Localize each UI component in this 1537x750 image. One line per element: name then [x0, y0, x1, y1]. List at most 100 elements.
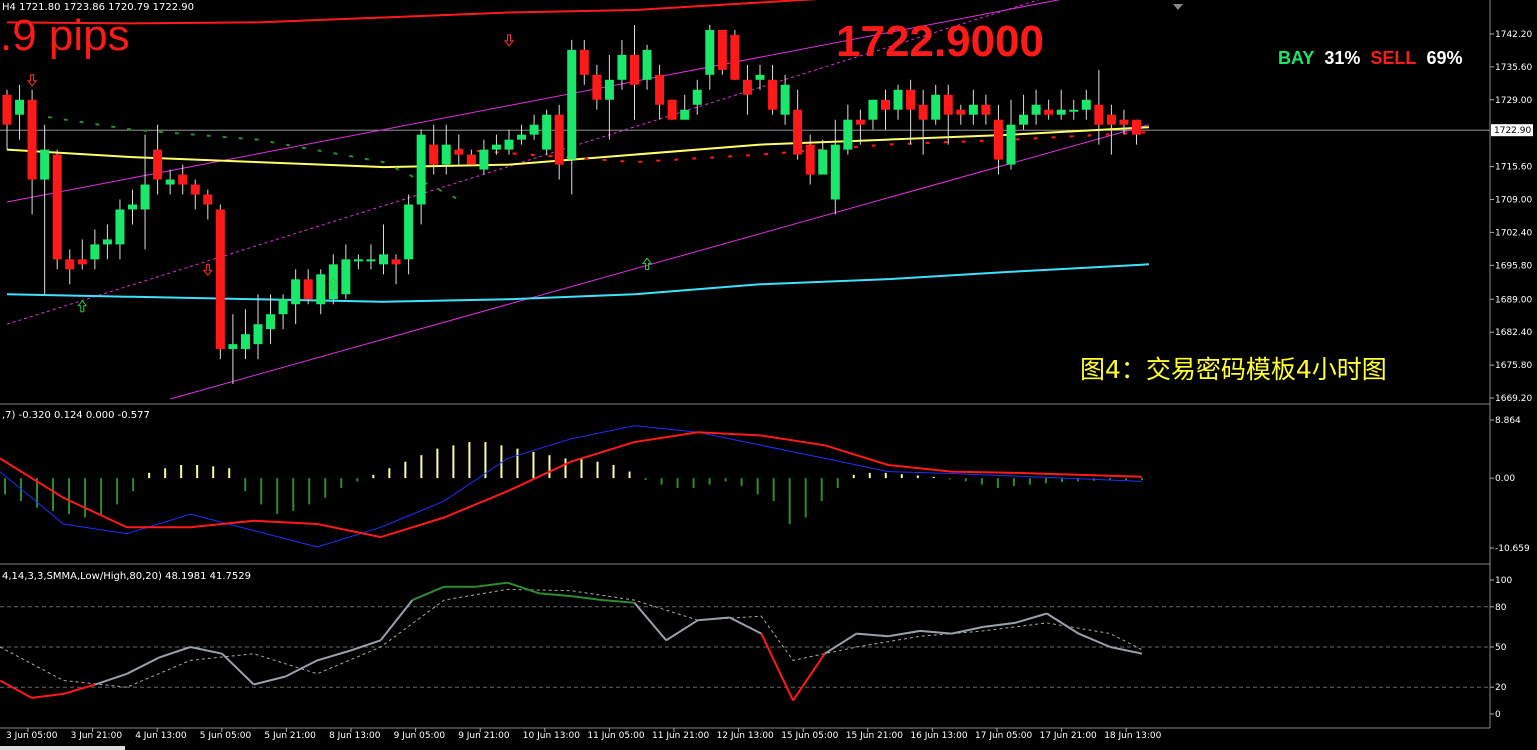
price-tick-label: 1709.00 — [1495, 196, 1532, 206]
candle-body — [203, 194, 213, 205]
candle-body — [504, 139, 514, 150]
candle-body — [542, 114, 552, 150]
stoch-main-segment — [1014, 612, 1048, 624]
candle-body — [190, 184, 200, 195]
stoch-main-segment — [951, 625, 984, 635]
candle-body — [278, 299, 288, 315]
stoch-main-segment — [507, 581, 540, 595]
macd-info: ,7) -0.320 0.124 0.000 -0.577 — [2, 410, 150, 421]
candle-body — [379, 254, 388, 265]
time-tick-label: 3 Jun 21:00 — [71, 731, 123, 741]
candle-body — [1019, 114, 1029, 125]
price-tick-label: 1729.00 — [1495, 96, 1532, 106]
macd-panel: 8.864 0.00 -10.659 — [0, 416, 1530, 554]
candle-body — [102, 239, 112, 245]
candle-body — [90, 244, 100, 260]
time-axis: 3 Jun 05:00 3 Jun 21:00 4 Jun 13:00 5 Jun 0… — [0, 728, 1162, 750]
candle-body — [391, 259, 401, 265]
candle-body — [818, 149, 828, 175]
price-tick-label: 1715.60 — [1495, 163, 1532, 173]
stoch-main-segment — [888, 629, 921, 638]
stoch-main-segment — [190, 646, 223, 655]
candle-body — [1044, 109, 1054, 115]
stoch-tick-label: 100 — [1495, 576, 1512, 586]
candle-body — [956, 109, 966, 115]
stoch-main-segment — [729, 616, 762, 635]
candle-body — [692, 89, 702, 105]
stoch-main-segment — [792, 653, 826, 702]
stoch-main-segment — [158, 646, 191, 659]
candle-body — [40, 149, 50, 180]
candle-body — [592, 74, 602, 100]
candle-body — [77, 259, 87, 265]
candle-body — [567, 49, 577, 160]
candle-body — [554, 114, 564, 165]
candle-body — [404, 204, 414, 260]
time-tick-label: 15 Jun 05:00 — [781, 731, 838, 741]
candle-body — [15, 99, 25, 115]
price-tick-label: 1735.60 — [1495, 63, 1532, 73]
sentiment-readout: BAY 31% SELL 69% — [1278, 48, 1462, 69]
stoch-main-segment — [570, 595, 603, 602]
candle-body — [805, 144, 815, 175]
candle-body — [1132, 119, 1141, 135]
bay-label: BAY — [1278, 48, 1315, 68]
candle-body — [680, 109, 690, 120]
macd-line — [0, 425, 1143, 548]
stoch-main-segment — [379, 599, 414, 641]
stoch-main-segment — [126, 656, 160, 675]
candle-body — [1056, 109, 1066, 115]
time-tick-label: 4 Jun 13:00 — [135, 731, 187, 741]
time-tick-label: 8 Jun 13:00 — [329, 731, 381, 741]
stoch-main-segment — [983, 621, 1016, 628]
stoch-main-segment — [919, 629, 952, 635]
stoch-main-segment — [475, 581, 508, 588]
candle-body — [768, 79, 778, 110]
price-tick-label: 1669.20 — [1495, 394, 1532, 404]
candle-body — [981, 104, 991, 115]
candle-body — [65, 259, 75, 270]
candle-body — [1081, 99, 1091, 110]
time-tick-label: 12 Jun 13:00 — [717, 731, 774, 741]
candle-body — [830, 144, 840, 200]
candle-body — [855, 119, 865, 125]
price-tick-label: 1675.80 — [1495, 361, 1532, 371]
macd-tick-label: -10.659 — [1495, 544, 1530, 554]
candle-body — [253, 324, 263, 345]
candle-body — [617, 54, 627, 80]
candle-body — [140, 184, 150, 210]
current-price-tag-label: 1722.90 — [1494, 126, 1531, 136]
candle-body — [491, 144, 501, 150]
candle-body — [416, 134, 426, 205]
time-tick-label: 3 Jun 05:00 — [6, 731, 58, 741]
candle-body — [717, 29, 727, 70]
candle-body — [931, 94, 941, 120]
stoch-main-segment — [31, 692, 64, 699]
candle-body — [228, 344, 238, 350]
stoch-tick-label: 50 — [1495, 643, 1507, 653]
time-tick-label: 11 Jun 05:00 — [587, 731, 644, 741]
candle-body — [215, 209, 225, 350]
stoch-main-segment — [760, 633, 794, 702]
channel-lower-line — [170, 124, 1150, 400]
time-tick-label: 9 Jun 05:00 — [394, 731, 446, 741]
candle-body — [1006, 124, 1016, 165]
candle-body — [893, 89, 903, 110]
candle-body — [667, 99, 677, 120]
stoch-main-segment — [253, 675, 286, 686]
candle-body — [128, 204, 137, 210]
time-tick-label: 5 Jun 05:00 — [200, 731, 252, 741]
candle-body — [730, 34, 740, 80]
candle-body — [705, 29, 715, 75]
stoch-main-segment — [697, 616, 730, 622]
candle-body — [843, 119, 853, 150]
price-tick-label: 1689.00 — [1495, 295, 1532, 305]
stoch-main-segment — [285, 659, 318, 678]
candle-body — [454, 149, 464, 155]
bay-percent: 31% — [1324, 48, 1361, 68]
sell-percent: 69% — [1426, 48, 1463, 68]
candle-body — [1119, 119, 1129, 125]
up-arrow-icon — [642, 257, 653, 270]
candle-body — [178, 174, 188, 185]
candle-body — [642, 49, 652, 80]
